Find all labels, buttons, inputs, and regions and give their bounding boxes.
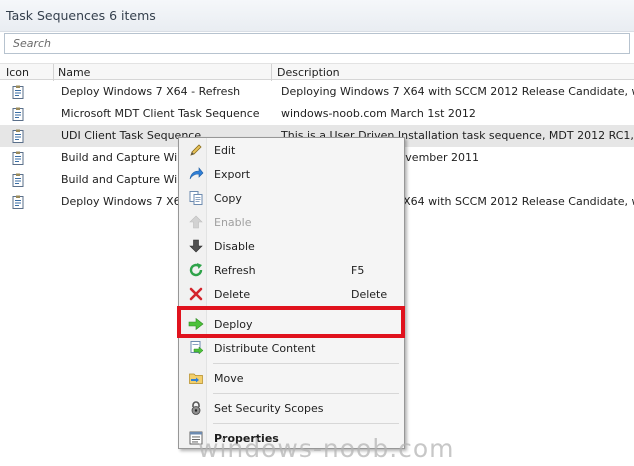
row-name: Deploy Windows 7 X64 - Refresh: [61, 85, 241, 98]
arrow-down-icon: [189, 239, 203, 253]
column-header-name[interactable]: Name: [58, 66, 90, 79]
menu-label: Edit: [214, 144, 236, 157]
lock-icon: [191, 401, 201, 415]
menu-item-set-security-scopes[interactable]: Set Security Scopes: [179, 397, 404, 419]
menu-item-disable[interactable]: Disable: [179, 235, 404, 257]
task-sequence-icon: [12, 129, 24, 143]
context-menu: Edit Export Copy Enable Disable Refresh …: [178, 137, 405, 449]
menu-item-move[interactable]: Move: [179, 367, 404, 389]
column-header-icon[interactable]: Icon: [6, 66, 29, 79]
folder-move-icon: [189, 373, 203, 384]
menu-label: Enable: [214, 216, 252, 229]
distribute-content-icon: [190, 341, 204, 355]
menu-shortcut: Delete: [351, 288, 388, 301]
column-headers: Icon Name Description: [0, 63, 634, 81]
row-name: Microsoft MDT Client Task Sequence: [61, 107, 260, 120]
menu-item-delete[interactable]: Delete Delete: [179, 283, 404, 305]
copy-icon: [189, 191, 203, 205]
column-header-description[interactable]: Description: [277, 66, 340, 79]
export-arrow-icon: [189, 167, 204, 180]
menu-label: Move: [214, 372, 244, 385]
menu-item-refresh[interactable]: Refresh F5: [179, 259, 404, 281]
search-placeholder: Search: [13, 37, 52, 50]
list-title: Task Sequences 6 items: [6, 8, 156, 23]
menu-label: Disable: [214, 240, 255, 253]
task-sequence-icon: [12, 195, 24, 209]
menu-item-export[interactable]: Export: [179, 163, 404, 185]
row-description: Deploying Windows 7 X64 with SCCM 2012 R…: [281, 85, 634, 98]
menu-item-enable[interactable]: Enable: [179, 211, 404, 233]
task-sequence-icon: [12, 173, 24, 187]
menu-item-distribute-content[interactable]: Distribute Content: [179, 337, 404, 359]
watermark: windows-noob.com: [198, 434, 455, 463]
menu-item-copy[interactable]: Copy: [179, 187, 404, 209]
task-sequence-icon: [12, 85, 24, 99]
task-sequence-icon: [12, 151, 24, 165]
column-divider[interactable]: [53, 64, 54, 81]
menu-item-edit[interactable]: Edit: [179, 139, 404, 161]
menu-separator: [213, 423, 399, 424]
arrow-up-icon: [189, 215, 203, 229]
pencil-icon: [190, 144, 202, 156]
menu-label: Export: [214, 168, 251, 181]
menu-separator: [213, 363, 399, 364]
deploy-highlight-box: [177, 306, 405, 338]
search-input[interactable]: Search: [4, 33, 630, 54]
list-header-bar: Task Sequences 6 items: [0, 0, 634, 32]
menu-shortcut: F5: [351, 264, 365, 277]
menu-label: Refresh: [214, 264, 256, 277]
menu-label: Copy: [214, 192, 242, 205]
refresh-icon: [189, 263, 203, 277]
menu-label: Distribute Content: [214, 342, 316, 355]
column-divider[interactable]: [271, 64, 272, 81]
delete-x-icon: [189, 287, 203, 301]
row-description: windows-noob.com March 1st 2012: [281, 107, 476, 120]
menu-label: Delete: [214, 288, 251, 301]
table-row[interactable]: Microsoft MDT Client Task Sequence windo…: [0, 103, 634, 125]
menu-label: Set Security Scopes: [214, 402, 324, 415]
table-row[interactable]: Deploy Windows 7 X64 - Refresh Deploying…: [0, 81, 634, 103]
menu-separator: [213, 393, 399, 394]
task-sequence-icon: [12, 107, 24, 121]
